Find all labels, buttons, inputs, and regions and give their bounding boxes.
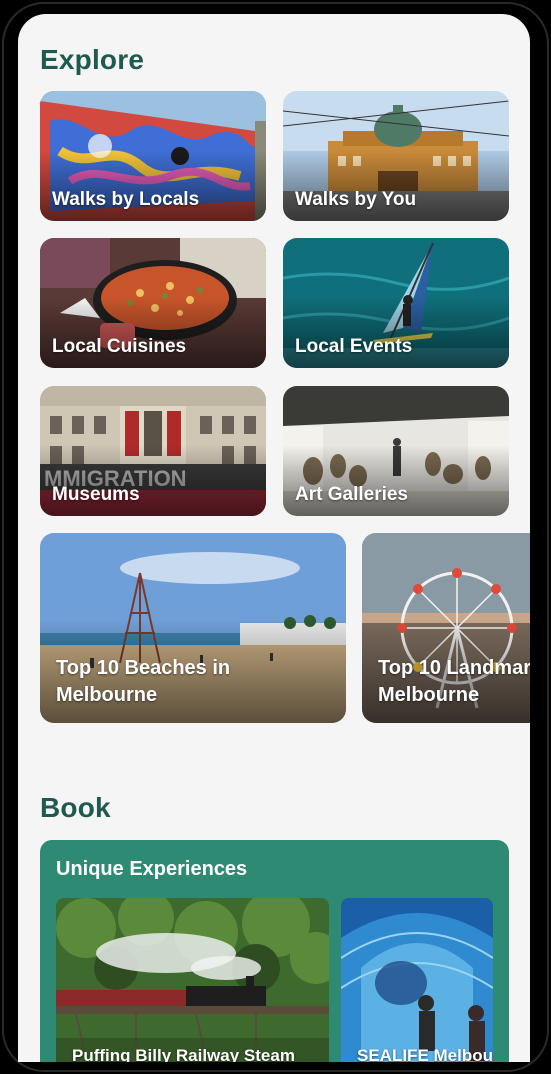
card-heading: Unique Experiences (56, 858, 248, 880)
tile-label: Walks by You (295, 189, 417, 210)
tile-label: Local Cuisines (52, 336, 187, 357)
phone-device: Explore Walks by Locals Walks by You Loc… (0, 0, 551, 1074)
tile-local-cuisines[interactable]: Local Cuisines (40, 238, 266, 368)
experience-label: Puffing Billy Railway Steam (72, 1046, 295, 1062)
experience-label: SEALIFE Melbou (357, 1046, 493, 1062)
featured-label: Top 10 Landmar Melbourne (378, 657, 530, 706)
app-screen: Explore Walks by Locals Walks by You Loc… (18, 14, 530, 1062)
book-title: Book (40, 792, 111, 823)
tile-label: Art Galleries (295, 484, 408, 505)
tile-walks-by-locals[interactable]: Walks by Locals (40, 91, 266, 221)
featured-label: Top 10 Beaches in Melbourne (56, 657, 231, 706)
featured-beaches-card[interactable]: Top 10 Beaches in Melbourne (40, 533, 346, 723)
tile-local-events[interactable]: Local Events (283, 238, 509, 368)
aquarium-tunnel-image (341, 898, 493, 1062)
unique-experiences-card: Unique Experiences Puffing Billy Railway… (40, 840, 509, 1062)
tile-label: Walks by Locals (52, 189, 200, 210)
tile-walks-by-you[interactable]: Walks by You (283, 91, 509, 221)
tile-museums[interactable]: MMIGRATION Museums (40, 386, 266, 516)
tile-label: Local Events (295, 336, 413, 357)
experience-sealife[interactable]: SEALIFE Melbou (341, 898, 493, 1062)
tile-art-galleries[interactable]: Art Galleries (283, 386, 509, 516)
experience-puffing-billy[interactable]: Puffing Billy Railway Steam (56, 898, 329, 1062)
featured-landmarks-card[interactable]: Top 10 Landmar Melbourne (362, 533, 530, 723)
explore-title: Explore (40, 44, 145, 75)
steam-train-image (56, 898, 329, 1062)
tile-label: Museums (52, 484, 140, 505)
